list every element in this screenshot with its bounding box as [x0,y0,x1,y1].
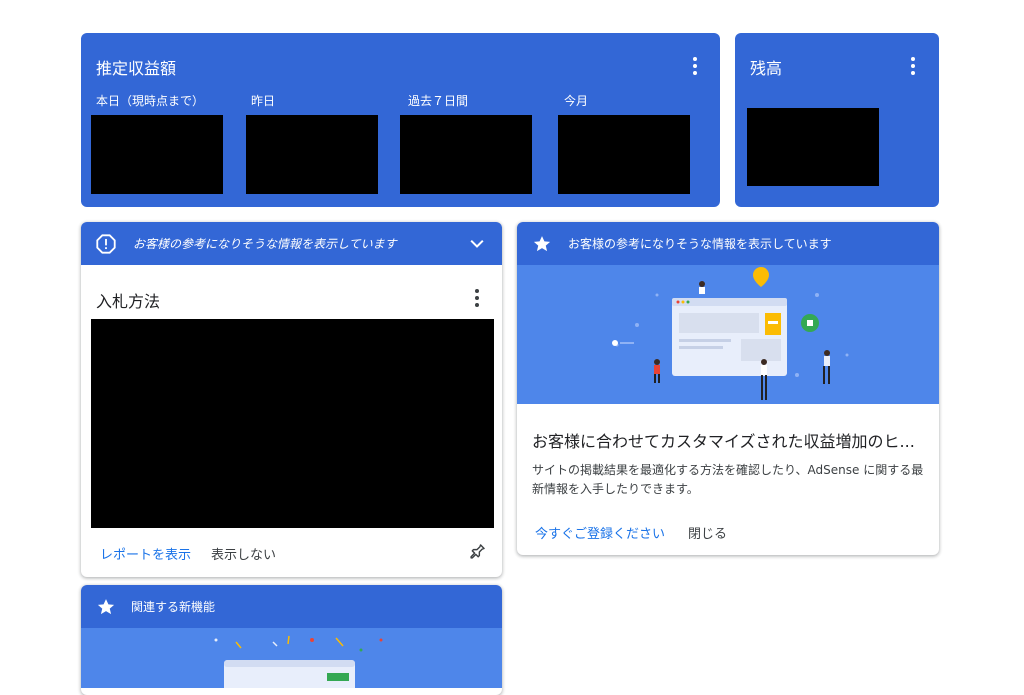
insight-header: お客様の参考になりそうな情報を表示しています [81,222,502,265]
balance-card: 残高 [735,33,939,207]
new-features-header: 関連する新機能 [81,585,502,628]
insight-header-text: お客様の参考になりそうな情報を表示しています [133,237,397,251]
redacted-value-yesterday [246,115,378,194]
insight-header: お客様の参考になりそうな情報を表示しています [517,222,939,265]
period-label-last-7-days: 過去７日間 [408,94,469,108]
insight-header-text: お客様の参考になりそうな情報を表示しています [568,237,832,251]
period-label-this-month: 今月 [564,94,589,108]
signup-link[interactable]: 今すぐご登録ください [535,523,665,542]
hide-button[interactable]: 表示しない [211,544,276,563]
alert-icon [96,234,116,254]
more-vert-icon[interactable] [903,54,923,78]
redacted-balance-value [747,108,879,186]
redacted-value-this-month [558,115,690,194]
period-label-today: 本日（現時点まで） [96,94,205,108]
more-vert-icon[interactable] [685,54,705,78]
redacted-bidding-content [91,319,494,528]
new-features-card: 関連する新機能 [81,585,502,695]
bidding-title: 入札方法 [96,292,161,311]
balance-title: 残高 [750,59,783,78]
growth-tips-illustration [517,265,939,404]
pin-icon[interactable] [467,542,487,562]
estimated-earnings-title: 推定収益額 [96,59,177,78]
more-vert-icon[interactable] [467,286,487,310]
close-button[interactable]: 閉じる [688,523,727,542]
tips-title: お客様に合わせてカスタマイズされた収益増加のヒ... [532,432,915,451]
new-features-header-text: 関連する新機能 [131,600,216,614]
bidding-insight-card: お客様の参考になりそうな情報を表示しています 入札方法 レポートを表示 表示しな… [81,222,502,577]
estimated-earnings-card: 推定収益額 本日（現時点まで） 昨日 過去７日間 今月 [81,33,720,207]
redacted-value-last-7-days [400,115,532,194]
period-label-yesterday: 昨日 [251,94,276,108]
view-report-link[interactable]: レポートを表示 [100,544,191,563]
redacted-value-today [91,115,223,194]
star-icon [533,236,551,252]
star-icon [97,599,115,615]
chevron-down-icon[interactable] [467,234,487,254]
tips-description: サイトの掲載結果を最適化する方法を確認したり、AdSense に関する最新情報を… [532,463,924,496]
new-features-illustration [81,628,502,688]
customized-tips-card: お客様の参考になりそうな情報を表示しています お客様に合わせてカスタマイズされた… [517,222,939,555]
